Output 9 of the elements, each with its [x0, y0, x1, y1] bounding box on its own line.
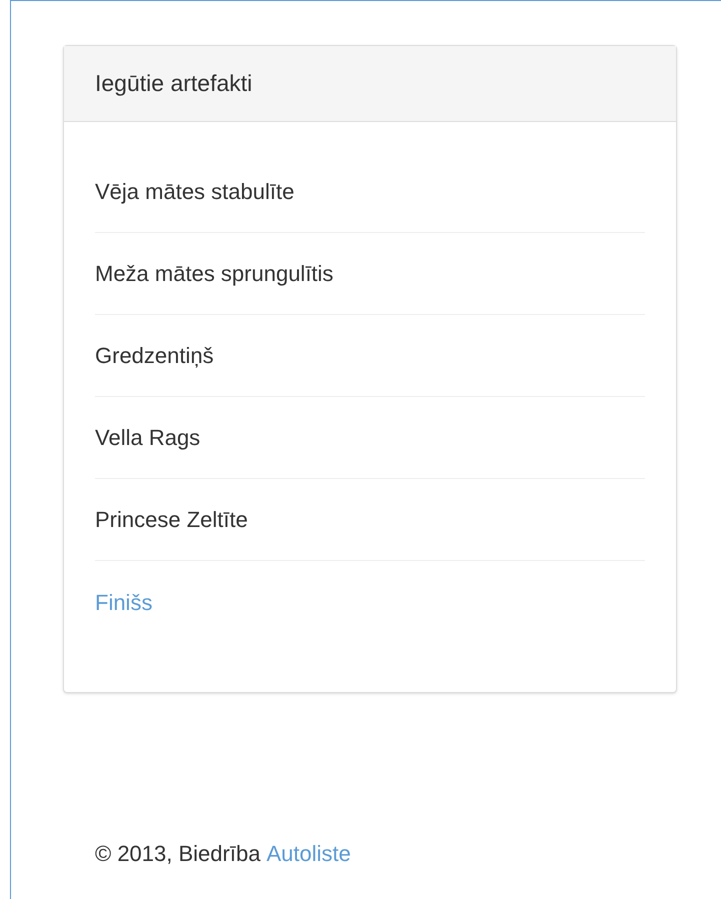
list-item: Vella Rags — [95, 424, 200, 452]
list-item: Princese Zeltīte — [95, 506, 248, 534]
list-item: Meža mātes sprungulītis — [95, 260, 334, 288]
footer-link[interactable]: Autoliste — [266, 837, 351, 870]
list-link[interactable]: Finišs — [95, 586, 152, 618]
list-item: Gredzentiņš — [95, 342, 214, 370]
list-item: Vēja mātes stabulīte — [95, 178, 294, 206]
footer-text: © 2013, Biedrība — [95, 840, 260, 868]
panel-title: Iegūtie artefakti — [95, 69, 252, 98]
